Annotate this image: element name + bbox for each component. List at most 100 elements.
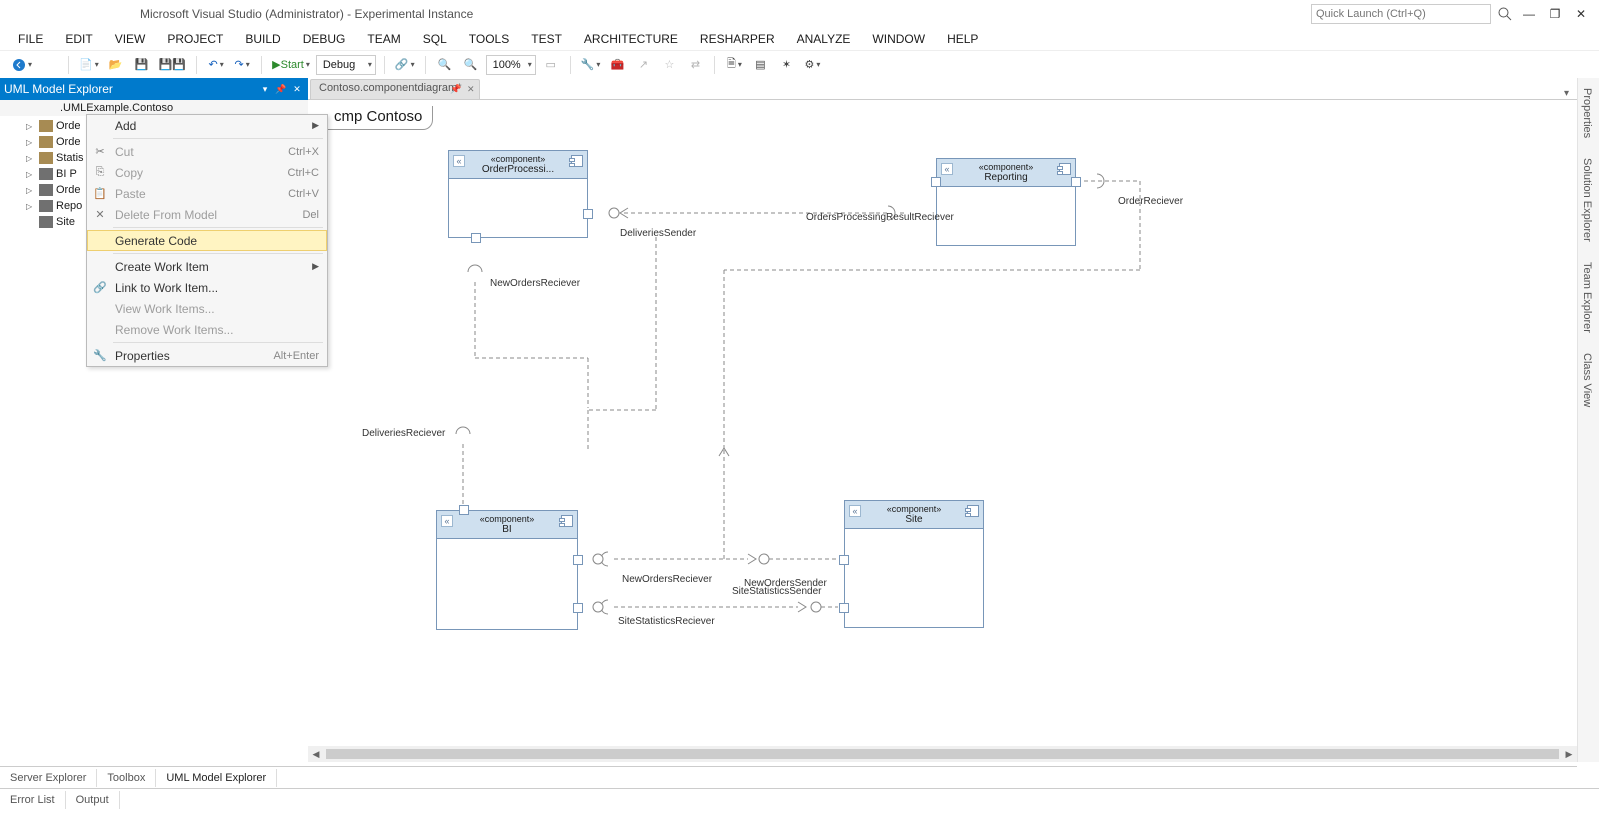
bottom-tab-toolbox[interactable]: Toolbox: [97, 769, 156, 787]
toolbox-b-button[interactable]: 🧰: [606, 54, 628, 76]
panel-close-button[interactable]: ✕: [290, 82, 304, 96]
panel-pin-button[interactable]: 📌: [274, 82, 288, 96]
stereotype-label: «component»: [939, 162, 1073, 172]
menu-item-copy: ⎘CopyCtrl+C: [87, 162, 327, 183]
tab-pin-icon[interactable]: 📌: [450, 84, 461, 95]
toolbox-d-button[interactable]: ☆: [658, 54, 680, 76]
menu-item-label: Properties: [115, 349, 170, 363]
menu-item-create-work-item[interactable]: Create Work Item▶: [87, 256, 327, 277]
menu-item-label: Add: [115, 119, 136, 133]
restore-button[interactable]: ❐: [1545, 5, 1565, 23]
tab-close-icon[interactable]: ✕: [467, 84, 475, 95]
component-site[interactable]: « «component» Site: [844, 500, 984, 628]
menu-item-properties[interactable]: 🔧PropertiesAlt+Enter: [87, 345, 327, 366]
right-tool-rail: PropertiesSolution ExplorerTeam Explorer…: [1577, 78, 1599, 762]
port[interactable]: [583, 209, 593, 219]
menu-test[interactable]: TEST: [521, 30, 572, 48]
document-area: Contoso.componentdiagram* 📌 ✕ ▾ cmp Cont…: [308, 78, 1577, 762]
fit-button[interactable]: ▭: [540, 54, 562, 76]
start-button[interactable]: ▶ Start▾: [270, 54, 312, 76]
toolbox-a-button[interactable]: 🔧▾: [579, 54, 603, 76]
document-tabs: Contoso.componentdiagram* 📌 ✕ ▾: [308, 78, 1577, 100]
collapse-icon[interactable]: «: [441, 515, 453, 527]
collapse-icon[interactable]: «: [941, 163, 953, 175]
save-button[interactable]: 💾: [131, 54, 153, 76]
menu-help[interactable]: HELP: [937, 30, 988, 48]
close-button[interactable]: ✕: [1571, 5, 1591, 23]
diagram-canvas[interactable]: cmp Contoso: [308, 100, 1577, 744]
collapse-icon[interactable]: «: [453, 155, 465, 167]
horizontal-scrollbar[interactable]: ◀ ▶: [308, 746, 1577, 762]
validate-button[interactable]: ✶: [775, 54, 797, 76]
toolbox-e-button[interactable]: ⇄: [684, 54, 706, 76]
menu-item-generate-code[interactable]: Generate Code: [87, 230, 327, 251]
search-icon[interactable]: [1497, 6, 1513, 22]
menu-window[interactable]: WINDOW: [862, 30, 935, 48]
browser-link-button[interactable]: 🔗▾: [393, 54, 417, 76]
menu-analyze[interactable]: ANALYZE: [787, 30, 861, 48]
menu-item-label: Create Work Item: [115, 260, 209, 274]
port[interactable]: [931, 177, 941, 187]
rail-tab-team-explorer[interactable]: Team Explorer: [1578, 252, 1596, 343]
menu-item-label: Cut: [115, 145, 134, 159]
menu-debug[interactable]: DEBUG: [293, 30, 356, 48]
menu-item-icon: 🔗: [93, 281, 107, 295]
menu-build[interactable]: BUILD: [235, 30, 290, 48]
menu-edit[interactable]: EDIT: [55, 30, 102, 48]
port[interactable]: [573, 555, 583, 565]
component-order-processing[interactable]: « «component» OrderProcessi...: [448, 150, 588, 238]
menu-view[interactable]: VIEW: [105, 30, 156, 48]
menu-file[interactable]: FILE: [8, 30, 53, 48]
rail-tab-class-view[interactable]: Class View: [1578, 343, 1596, 417]
component-icon: [967, 505, 979, 517]
panel-menu-button[interactable]: ▾: [258, 82, 272, 96]
component-reporting[interactable]: « «component» Reporting: [936, 158, 1076, 246]
open-button[interactable]: 📂: [105, 54, 127, 76]
menu-item-add[interactable]: Add ▶: [87, 115, 327, 136]
tab-overflow-button[interactable]: ▾: [1564, 88, 1577, 99]
zoom-in-button[interactable]: 🔍: [434, 54, 456, 76]
collapse-icon[interactable]: «: [849, 505, 861, 517]
scroll-right-icon[interactable]: ▶: [1561, 746, 1577, 762]
port[interactable]: [1071, 177, 1081, 187]
label-site-statistics-reciever: SiteStatisticsReciever: [618, 616, 715, 627]
zoom-combo[interactable]: 100%: [486, 55, 536, 75]
port[interactable]: [839, 603, 849, 613]
new-item-button[interactable]: 📄▾: [77, 54, 101, 76]
port[interactable]: [459, 505, 469, 515]
undo-button[interactable]: ↶▾: [205, 54, 227, 76]
bottom-tab-uml-model-explorer[interactable]: UML Model Explorer: [156, 769, 277, 787]
quick-launch-input[interactable]: [1311, 4, 1491, 24]
bottom-tab-output[interactable]: Output: [66, 791, 120, 809]
menu-architecture[interactable]: ARCHITECTURE: [574, 30, 688, 48]
tab-contoso-diagram[interactable]: Contoso.componentdiagram* 📌 ✕: [310, 79, 480, 99]
redo-button[interactable]: ↷▾: [231, 54, 253, 76]
menu-project[interactable]: PROJECT: [157, 30, 233, 48]
menu-tools[interactable]: TOOLS: [459, 30, 519, 48]
scroll-thumb[interactable]: [326, 749, 1559, 759]
config-combo[interactable]: Debug: [316, 55, 376, 75]
rail-tab-solution-explorer[interactable]: Solution Explorer: [1578, 148, 1596, 252]
menu-sql[interactable]: SQL: [413, 30, 457, 48]
submenu-arrow-icon: ▶: [312, 120, 319, 131]
menu-item-link-to-work-item-[interactable]: 🔗Link to Work Item...: [87, 277, 327, 298]
scroll-left-icon[interactable]: ◀: [308, 746, 324, 762]
new-diag-button[interactable]: 🗎▾: [723, 54, 745, 76]
port[interactable]: [573, 603, 583, 613]
menu-team[interactable]: TEAM: [357, 30, 410, 48]
zoom-out-button[interactable]: 🔍: [460, 54, 482, 76]
port[interactable]: [471, 233, 481, 243]
toolbox-c-button[interactable]: ↗: [632, 54, 654, 76]
bottom-tab-error-list[interactable]: Error List: [0, 791, 66, 809]
rail-tab-properties[interactable]: Properties: [1578, 78, 1596, 148]
bottom-tab-server-explorer[interactable]: Server Explorer: [0, 769, 97, 787]
nav-back-button[interactable]: ▾: [10, 54, 34, 76]
component-bi[interactable]: « «component» BI: [436, 510, 578, 630]
layer-button[interactable]: ▤: [749, 54, 771, 76]
save-all-button[interactable]: 💾💾: [157, 54, 188, 76]
gear-button[interactable]: ⚙▾: [801, 54, 823, 76]
menu-shortcut: Alt+Enter: [273, 350, 319, 362]
menu-resharper[interactable]: RESHARPER: [690, 30, 785, 48]
minimize-button[interactable]: —: [1519, 5, 1539, 23]
port[interactable]: [839, 555, 849, 565]
